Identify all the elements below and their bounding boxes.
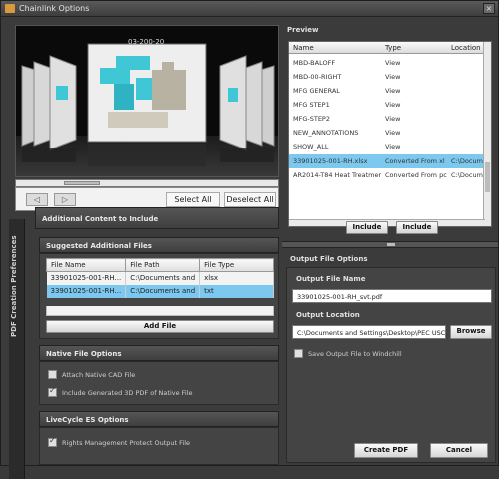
column-file-name[interactable]: File Name bbox=[45, 258, 127, 272]
deselect-all-button[interactable]: Deselect All bbox=[224, 192, 276, 207]
item-location: C:\Docume bbox=[451, 171, 485, 179]
column-file-path[interactable]: File Path bbox=[125, 258, 201, 272]
list-item[interactable]: MBD-BALOFF View bbox=[289, 56, 485, 70]
list-item[interactable]: SHOW_ALL View bbox=[289, 140, 485, 154]
file-path-cell: C:\Documents and bbox=[125, 284, 201, 298]
preview-header: Preview bbox=[287, 26, 319, 34]
attach-native-cad-checkbox[interactable] bbox=[48, 370, 57, 379]
list-item[interactable]: 33901025-001-RH.xlsx Converted From xl C… bbox=[289, 154, 485, 168]
previous-button[interactable]: ◁ bbox=[26, 193, 48, 206]
native-file-options-panel: Attach Native CAD File Include Generated… bbox=[39, 361, 279, 405]
create-pdf-button[interactable]: Create PDF bbox=[354, 443, 418, 458]
file-path-cell: C:\Documents and bbox=[125, 271, 201, 285]
item-type: Converted From xl bbox=[385, 157, 445, 165]
item-type: View bbox=[385, 87, 401, 95]
preview-list[interactable]: Name Type Location MBD-BALOFF View MBD-0… bbox=[288, 41, 492, 227]
carousel-scrollbar[interactable] bbox=[15, 179, 279, 187]
item-name: NEW_ANNOTATIONS bbox=[293, 129, 359, 137]
preview-list-header: Name Type Location bbox=[289, 42, 485, 54]
include-button[interactable]: Include bbox=[346, 221, 388, 234]
save-to-windchill-checkbox[interactable] bbox=[294, 349, 303, 358]
native-file-options-header: Native File Options bbox=[39, 345, 279, 361]
browse-button[interactable]: Browse bbox=[450, 325, 492, 339]
table-empty-area bbox=[46, 306, 274, 316]
rights-management-label: Rights Management Protect Output File bbox=[62, 439, 191, 447]
right-panel: Preview Name Type Location MBD-BALOFF Vi… bbox=[282, 19, 498, 465]
close-button[interactable]: × bbox=[483, 3, 495, 14]
carousel-scroll-thumb[interactable] bbox=[64, 181, 100, 185]
preview-vertical-scrollbar[interactable] bbox=[483, 42, 491, 226]
column-file-type[interactable]: File Type bbox=[199, 258, 274, 272]
item-name: MFG GENERAL bbox=[293, 87, 340, 95]
chainlink-options-window: Chainlink Options × 03-200-20 ◁ ▷ Select… bbox=[0, 0, 499, 479]
exclude-button[interactable]: Include bbox=[396, 221, 438, 234]
title-bar: Chainlink Options × bbox=[1, 1, 498, 17]
suggested-files-header: Suggested Additional Files bbox=[39, 237, 279, 253]
next-button[interactable]: ▷ bbox=[54, 193, 76, 206]
list-item[interactable]: AR2014-T84 Heat Treatmer Converted From … bbox=[289, 168, 485, 182]
file-name-cell: 33901025-001-RH... bbox=[46, 284, 127, 298]
table-row[interactable]: 33901025-001-RH... C:\Documents and xlsx bbox=[46, 271, 274, 285]
item-name: MBD-00-RIGHT bbox=[293, 73, 342, 81]
item-name: 33901025-001-RH.xlsx bbox=[293, 157, 368, 165]
output-file-options-header: Output File Options bbox=[290, 255, 368, 263]
item-location: C:\Docume bbox=[451, 157, 485, 165]
output-location-field[interactable]: C:\Documents and Settings\Desktop\PEC US… bbox=[292, 325, 446, 339]
carousel-view-label: 03-200-20 bbox=[128, 38, 165, 46]
save-to-windchill-label: Save Output File to Windchill bbox=[308, 350, 402, 358]
add-file-button[interactable]: Add File bbox=[46, 320, 274, 333]
output-file-name-field[interactable]: 33901025-001-RH_svt.pdf bbox=[292, 289, 492, 303]
splitter-grip[interactable] bbox=[387, 243, 395, 246]
table-row[interactable]: 33901025-001-RH... C:\Documents and txt bbox=[46, 284, 274, 298]
app-icon bbox=[5, 4, 15, 13]
output-location-label: Output Location bbox=[296, 311, 360, 319]
column-type[interactable]: Type bbox=[385, 44, 401, 52]
left-panel: 03-200-20 ◁ ▷ Select All Deselect All PD… bbox=[9, 19, 279, 479]
list-item[interactable]: MFG-STEP2 View bbox=[289, 112, 485, 126]
cancel-button[interactable]: Cancel bbox=[430, 443, 488, 458]
additional-content-header: Additional Content to Include bbox=[35, 207, 279, 229]
include-3d-pdf-label: Include Generated 3D PDF of Native File bbox=[62, 389, 193, 397]
pdf-creation-preferences-tab[interactable]: PDF Creation Preferences bbox=[9, 219, 25, 479]
item-name: MFG-STEP2 bbox=[293, 115, 330, 123]
output-file-name-label: Output File Name bbox=[296, 275, 366, 283]
item-type: Converted From pc bbox=[385, 171, 447, 179]
livecycle-options-panel: Rights Management Protect Output File bbox=[39, 427, 279, 465]
item-type: View bbox=[385, 101, 401, 109]
list-item[interactable]: MBD-00-RIGHT View bbox=[289, 70, 485, 84]
splitter[interactable] bbox=[282, 241, 498, 248]
item-type: View bbox=[385, 129, 401, 137]
item-name: SHOW_ALL bbox=[293, 143, 329, 151]
list-item[interactable]: MFG STEP1 View bbox=[289, 98, 485, 112]
column-name[interactable]: Name bbox=[293, 44, 314, 52]
item-name: AR2014-T84 Heat Treatmer bbox=[293, 171, 382, 179]
rights-management-checkbox[interactable] bbox=[48, 436, 57, 447]
attach-native-cad-label: Attach Native CAD File bbox=[62, 371, 136, 379]
item-name: MFG STEP1 bbox=[293, 101, 330, 109]
preview-scroll-thumb[interactable] bbox=[485, 162, 490, 192]
file-type-cell: xlsx bbox=[199, 271, 274, 285]
livecycle-options-header: LiveCycle ES Options bbox=[39, 411, 279, 427]
vertical-tab-label: PDF Creation Preferences bbox=[10, 235, 18, 337]
list-item[interactable]: MFG GENERAL View bbox=[289, 84, 485, 98]
window-title: Chainlink Options bbox=[19, 4, 90, 13]
file-name-cell: 33901025-001-RH... bbox=[46, 271, 127, 285]
item-name: MBD-BALOFF bbox=[293, 59, 336, 67]
column-location[interactable]: Location bbox=[451, 44, 481, 52]
include-3d-pdf-checkbox[interactable] bbox=[48, 386, 57, 397]
carousel-preview-image bbox=[16, 26, 278, 176]
item-type: View bbox=[385, 73, 401, 81]
item-type: View bbox=[385, 59, 401, 67]
item-type: View bbox=[385, 115, 401, 123]
list-item[interactable]: NEW_ANNOTATIONS View bbox=[289, 126, 485, 140]
suggested-files-table: File Name File Path File Type 33901025-0… bbox=[45, 258, 274, 298]
select-all-button[interactable]: Select All bbox=[166, 192, 220, 207]
item-type: View bbox=[385, 143, 401, 151]
file-type-cell: txt bbox=[199, 284, 274, 298]
view-carousel[interactable]: 03-200-20 bbox=[15, 25, 279, 177]
suggested-files-panel: File Name File Path File Type 33901025-0… bbox=[39, 253, 279, 339]
